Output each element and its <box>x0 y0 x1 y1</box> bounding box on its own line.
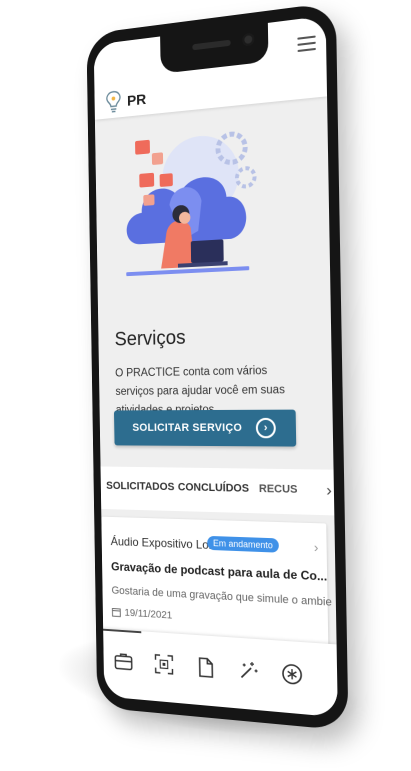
tab-concluidos[interactable]: CONCLUÍDOS <box>178 481 249 494</box>
calendar-icon <box>112 607 121 617</box>
request-service-button[interactable]: SOLICITAR SERVIÇO › <box>114 410 296 447</box>
tabs-scroll-right-icon[interactable]: › <box>326 482 332 501</box>
qr-code-icon[interactable] <box>153 652 176 677</box>
phone-device: PR Serviços O PRACTICE conta com vários <box>86 2 348 731</box>
services-title: Serviços <box>114 327 185 352</box>
speaker-grille <box>192 40 231 51</box>
hamburger-menu-icon[interactable] <box>297 35 318 54</box>
request-subject: Gravação de podcast para aula de Co... <box>111 560 327 584</box>
request-service-label: SOLICITAR SERVIÇO <box>132 422 242 434</box>
lightbulb-icon <box>103 88 123 115</box>
briefcase-icon[interactable] <box>112 649 134 674</box>
magic-wand-icon[interactable] <box>236 658 260 684</box>
request-list: Áudio Expositivo Lon... Em andamento › G… <box>101 509 336 644</box>
chevron-right-circle-icon: › <box>256 418 276 438</box>
bottom-navigation <box>103 629 338 718</box>
request-date-text: 19/11/2021 <box>124 607 172 622</box>
request-date: 19/11/2021 <box>112 606 173 621</box>
document-icon[interactable] <box>194 655 217 681</box>
tab-recusados[interactable]: RECUS <box>259 483 298 496</box>
status-badge: Em andamento <box>207 536 279 553</box>
asterisk-circle-icon[interactable] <box>280 661 305 688</box>
request-excerpt: Gostaria de uma gravação que simule o am… <box>111 585 331 609</box>
front-camera <box>242 33 254 47</box>
app-screen: PR Serviços O PRACTICE conta com vários <box>94 16 338 718</box>
chevron-right-icon: › <box>314 540 319 556</box>
person-laptop-cloud-illustration <box>111 114 275 294</box>
app-brand: PR <box>127 91 146 110</box>
tab-solicitados[interactable]: SOLICITADOS <box>106 480 174 493</box>
